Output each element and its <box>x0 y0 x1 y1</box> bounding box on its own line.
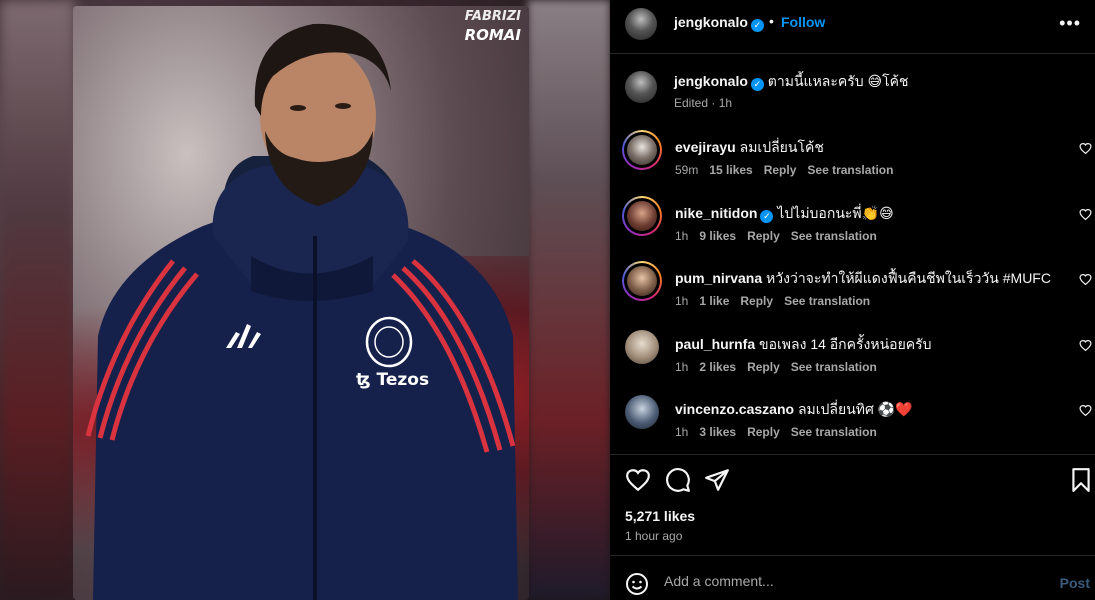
comment-like-heart-icon[interactable] <box>1079 208 1092 221</box>
comment-time: 1h <box>675 294 689 308</box>
comment-text: evejirayu ลมเปลี่ยนโค้ช <box>675 137 824 159</box>
comment-body: ลมเปลี่ยนทิศ ⚽❤️ <box>797 401 913 417</box>
comment-row: paul_hurnfa ขอเพลง 14 อีกครั้งหน่อยครับ 1… <box>610 329 1095 394</box>
verified-badge-icon: ✓ <box>760 209 774 223</box>
commenter-avatar[interactable] <box>627 135 657 165</box>
post-photo: ꜩ Tezos FABRIZI ROMAI <box>73 6 529 600</box>
share-send-icon[interactable] <box>704 467 730 493</box>
comment-like-heart-icon[interactable] <box>1079 339 1092 352</box>
comment-meta: 1h 9 likes Reply See translation <box>675 229 888 243</box>
comment-body: ขอเพลง 14 อีกครั้งหน่อยครับ <box>759 335 932 352</box>
commenter-username[interactable]: pum_nirvana <box>675 270 762 286</box>
commenter-username[interactable]: paul_hurnfa <box>675 336 755 352</box>
commenter-avatar[interactable] <box>627 200 657 231</box>
caption-body: ตามนี้แหละครับ 😅โค้ช <box>767 73 909 89</box>
comment-row: pum_nirvana หวังว่าจะทำให้ผีแดงฟื้นคืนชี… <box>610 261 1095 328</box>
caption-meta: Edited · 1h <box>674 96 733 110</box>
coach-figure <box>85 23 518 600</box>
comment-row: evejirayu ลมเปลี่ยนโค้ช 59m 15 likes Reply S… <box>610 130 1095 197</box>
commenter-avatar[interactable] <box>625 395 659 429</box>
reply-button[interactable]: Reply <box>747 360 780 374</box>
emoji-icon[interactable] <box>625 572 649 596</box>
commenter-username[interactable]: vincenzo.caszano <box>675 401 794 417</box>
see-translation-link[interactable]: See translation <box>807 163 893 177</box>
comment-text: paul_hurnfa ขอเพลง 14 อีกครั้งหน่อยครับ <box>675 334 932 356</box>
sponsor-text: ꜩ Tezos <box>356 370 430 390</box>
comment-likes[interactable]: 1 like <box>699 294 729 308</box>
comment-time: 59m <box>675 163 699 177</box>
comment-body: หวังว่าจะทำให้ผีแดงฟื้นคืนชีพในเร็ววัน #… <box>766 270 1051 286</box>
comment-text: pum_nirvana หวังว่าจะทำให้ผีแดงฟื้นคืนชี… <box>675 268 1051 290</box>
post-header: jengkonalo ✓ • Follow ••• <box>610 0 1095 54</box>
comment-likes[interactable]: 2 likes <box>699 360 736 374</box>
reply-button[interactable]: Reply <box>747 229 780 243</box>
post-caption: jengkonalo ✓ ตามนี้แหละครับ 😅โค้ช Edited … <box>610 58 1095 118</box>
comment-meta: 1h 2 likes Reply See translation <box>675 360 888 374</box>
comment-body: ไปไม่บอกนะพี่👏😅 <box>777 204 894 221</box>
comment-likes[interactable]: 15 likes <box>709 163 752 177</box>
post-comment-button[interactable]: Post <box>1060 575 1090 591</box>
comment-body: ลมเปลี่ยนโค้ช <box>739 139 824 155</box>
media-blur-left <box>0 0 75 600</box>
comment-text: vincenzo.caszano ลมเปลี่ยนทิศ ⚽❤️ <box>675 399 913 421</box>
post-side-panel: jengkonalo ✓ • Follow ••• jengkonalo ✓ ตาม… <box>610 0 1095 600</box>
like-heart-icon[interactable] <box>625 467 651 493</box>
comment-time: 1h <box>675 228 689 243</box>
caption-username[interactable]: jengkonalo <box>674 73 748 89</box>
comment-time: 1h <box>675 425 689 439</box>
likes-count[interactable]: 5,271 likes <box>625 508 695 524</box>
comment-composer: Post <box>610 555 1095 600</box>
comment-time: 1h <box>675 359 689 374</box>
see-translation-link[interactable]: See translation <box>791 360 877 374</box>
commenter-avatar[interactable] <box>625 329 659 364</box>
watermark-line-2: ROMAI <box>464 26 521 44</box>
reply-button[interactable]: Reply <box>747 425 780 439</box>
comment-likes[interactable]: 3 likes <box>699 425 736 439</box>
reply-button[interactable]: Reply <box>764 163 797 177</box>
comment-like-heart-icon[interactable] <box>1079 142 1092 155</box>
divider <box>610 454 1095 455</box>
comment-meta: 1h 3 likes Reply See translation <box>675 425 888 439</box>
commenter-username[interactable]: nike_nitidon <box>675 205 757 221</box>
comment-input[interactable] <box>664 570 1024 592</box>
media-blur-right <box>528 0 610 600</box>
more-options-icon[interactable]: ••• <box>1059 13 1081 34</box>
comment-bubble-icon[interactable] <box>665 467 691 493</box>
comment-like-heart-icon[interactable] <box>1079 273 1092 286</box>
comment-text: nike_nitidon ✓ ไปไม่บอกนะพี่👏😅 <box>675 203 894 225</box>
comment-meta: 59m 15 likes Reply See translation <box>675 163 904 177</box>
verified-badge-icon: ✓ <box>750 19 764 32</box>
see-translation-link[interactable]: See translation <box>784 294 870 308</box>
watermark: FABRIZI ROMAI <box>465 8 521 44</box>
avatar[interactable] <box>625 8 657 40</box>
author-username[interactable]: jengkonalo ✓ <box>674 14 764 32</box>
comment-row: nike_nitidon ✓ ไปไม่บอกนะพี่👏😅 1h 9 likes Re… <box>610 195 1095 263</box>
header-separator: • <box>769 13 774 29</box>
see-translation-link[interactable]: See translation <box>791 425 877 439</box>
post-time: 1 hour ago <box>625 529 683 543</box>
comment-row: vincenzo.caszano ลมเปลี่ยนทิศ ⚽❤️ 1h 3 lik… <box>610 395 1095 459</box>
see-translation-link[interactable]: See translation <box>791 229 877 243</box>
comment-meta: 1h 1 like Reply See translation <box>675 294 881 308</box>
verified-badge-icon: ✓ <box>750 78 764 91</box>
commenter-avatar[interactable] <box>627 266 657 296</box>
reply-button[interactable]: Reply <box>740 294 773 308</box>
watermark-line-1: FABRIZI <box>464 9 521 24</box>
post-media[interactable]: ꜩ Tezos FABRIZI ROMAI <box>0 0 610 600</box>
follow-button[interactable]: Follow <box>781 14 825 30</box>
commenter-username[interactable]: evejirayu <box>675 139 736 155</box>
save-bookmark-icon[interactable] <box>1068 467 1094 493</box>
caption-text: jengkonalo ✓ ตามนี้แหละครับ 😅โค้ช <box>674 71 909 93</box>
caption-avatar[interactable] <box>625 71 657 103</box>
comment-likes[interactable]: 9 likes <box>699 229 736 243</box>
comment-like-heart-icon[interactable] <box>1079 404 1092 417</box>
